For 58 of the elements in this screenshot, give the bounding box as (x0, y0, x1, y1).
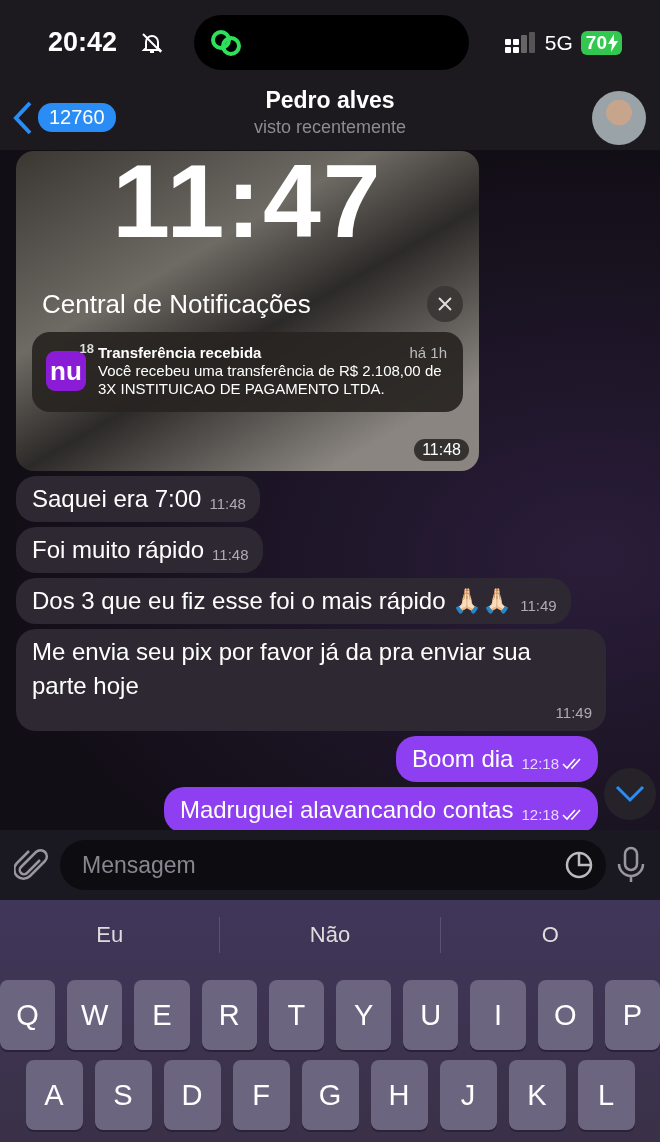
message-time: 12:18 (521, 805, 559, 825)
screenshot-image[interactable]: 11:47 Central de Notificações nu 18 Transferência recebida há 1h Você recebeu uma transferência de R$ 2.108,00 de 3X INSTITUICAO DE PAGAMENTO LTDA. 11:48 (16, 151, 479, 471)
battery-indicator: 70 (580, 30, 622, 55)
keyboard-key[interactable]: S (94, 1060, 152, 1130)
suggestion[interactable]: O (440, 921, 660, 949)
unread-count-badge: 12760 (38, 103, 116, 132)
keyboard-key[interactable]: Y (336, 980, 392, 1050)
contact-status: visto recentemente (253, 117, 407, 138)
keyboard-key[interactable]: H (370, 1060, 428, 1130)
message-text: Dos 3 que eu fiz esse foi o mais rápido 🙏🏻🙏🏻 (32, 586, 513, 616)
notification-age: há 1h (409, 344, 447, 362)
signal-icon (504, 31, 537, 54)
keyboard-key[interactable]: A (25, 1060, 83, 1130)
message-time: 12:18 (521, 754, 559, 774)
back-button[interactable]: 12760 (12, 100, 116, 135)
message-text: Me envia seu pix por favor já da pra enviar sua parte hoje (32, 637, 532, 701)
keyboard-key[interactable]: J (439, 1060, 497, 1130)
keyboard-key[interactable]: T (268, 980, 324, 1050)
message-field[interactable]: Mensagem (60, 840, 606, 890)
keyboard-key[interactable]: U (403, 980, 459, 1050)
message-time: 11:48 (414, 439, 469, 461)
message-time: 11:49 (555, 703, 592, 723)
keyboard-key[interactable]: E (134, 980, 190, 1050)
keyboard-key[interactable]: K (508, 1060, 566, 1130)
contact-name: Pedro alves (265, 87, 395, 114)
keyboard-key[interactable]: L (577, 1060, 635, 1130)
notification-body: Você recebeu uma transferência de R$ 2.108,00 de 3X INSTITUICAO DE PAGAMENTO LTDA. (98, 362, 443, 398)
avatar[interactable] (592, 90, 646, 145)
keyboard-key[interactable]: R (201, 980, 257, 1050)
microphone-icon[interactable] (616, 846, 646, 884)
close-icon (438, 297, 452, 311)
keyboard-key[interactable]: D (163, 1060, 221, 1130)
keyboard-key[interactable]: Q (0, 980, 56, 1050)
keyboard-key[interactable]: G (301, 1060, 359, 1130)
message-time: 11:48 (212, 545, 249, 565)
message-time: 11:48 (209, 494, 246, 514)
keyboard-key[interactable]: P (604, 980, 660, 1050)
keyboard-key[interactable]: O (537, 980, 593, 1050)
sticker-icon[interactable] (564, 850, 594, 880)
chevron-left-icon (12, 100, 34, 135)
keyboard-key[interactable]: W (67, 980, 123, 1050)
message-text: Foi muito rápido (32, 535, 205, 565)
bell-slash-icon (140, 30, 164, 55)
status-time: 20:42 (48, 27, 119, 58)
message-time: 11:49 (520, 596, 557, 616)
network-type: 5G (544, 30, 573, 55)
message-text: Saquei era 7:00 (32, 484, 202, 514)
keyboard-key[interactable]: F (232, 1060, 290, 1130)
notification-count: 18 (79, 341, 94, 356)
message-text: Madruguei alavancando contas (179, 795, 514, 825)
lockscreen-clock: 11:47 (111, 151, 384, 251)
notification-center-title: Central de Notificações (42, 288, 311, 320)
suggestion[interactable]: Não (220, 921, 440, 949)
keyboard-key[interactable]: I (470, 980, 526, 1050)
chevron-down-icon (615, 785, 645, 803)
message-text: Boom dia (412, 744, 514, 774)
notification-title: Transferência recebida (98, 344, 262, 362)
suggestion[interactable]: Eu (0, 921, 220, 949)
